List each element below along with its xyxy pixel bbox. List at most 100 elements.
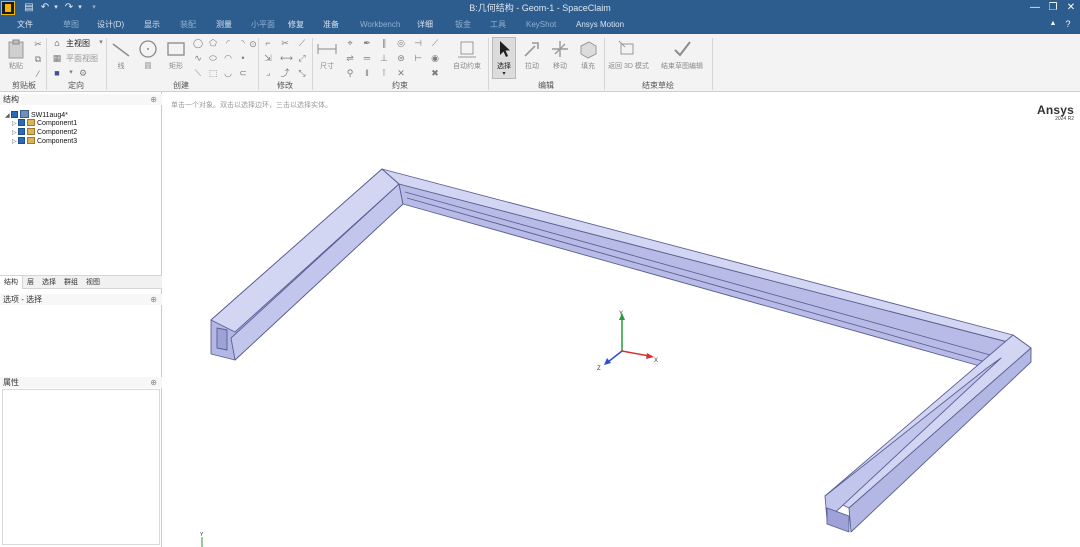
bend-icon[interactable]: ⤴ xyxy=(280,68,290,78)
u-channel-frame[interactable] xyxy=(210,168,1032,533)
split-icon[interactable]: ⟋ xyxy=(297,38,307,48)
select-dropdown-icon[interactable]: ▾ xyxy=(493,71,515,77)
collapse-ribbon-icon[interactable]: ▲ xyxy=(1047,18,1059,30)
pin-icon[interactable]: ⊕ xyxy=(150,377,157,388)
visibility-checkbox[interactable] xyxy=(11,111,18,118)
tree-item-component2[interactable]: ▷ Component2 xyxy=(12,128,77,137)
three-point-rectangle-icon[interactable]: ⬚ xyxy=(208,68,218,78)
offset-icon[interactable]: ⇲ xyxy=(263,53,273,63)
line-tool-button[interactable]: 线 xyxy=(110,38,132,71)
equal-radius-icon[interactable]: ⊜ xyxy=(396,53,406,63)
paste-button[interactable]: 粘贴 xyxy=(5,38,27,71)
show-constraints-icon[interactable]: ◉ xyxy=(430,53,440,63)
tangent-arc-icon[interactable]: ◝ xyxy=(238,38,248,48)
zoom-icon[interactable]: ⚙ xyxy=(78,68,88,78)
tree-item-component3[interactable]: ▷ Component3 xyxy=(12,137,77,146)
tab-ansys-motion[interactable]: Ansys Motion xyxy=(576,16,624,34)
copy-icon[interactable]: ⧉ xyxy=(33,54,43,64)
fill-tool-button[interactable]: 填充 xyxy=(577,38,599,71)
constraint-options-icon[interactable]: ⟋ xyxy=(430,38,440,48)
tab-workbench[interactable]: Workbench xyxy=(360,16,400,34)
tab-assembly[interactable]: 装配 xyxy=(180,16,196,34)
plane-view-icon[interactable]: ▦ xyxy=(52,53,62,63)
view-dropdown-icon[interactable]: ▾ xyxy=(66,68,76,78)
tab-measure[interactable]: 测量 xyxy=(216,16,232,34)
visibility-checkbox[interactable] xyxy=(18,137,25,144)
three-point-arc-icon[interactable]: ◡ xyxy=(223,68,233,78)
tab-design[interactable]: 设计(D) xyxy=(97,16,124,34)
collinear-icon[interactable]: ‖ xyxy=(362,68,372,78)
design-viewport[interactable]: 单击一个对象。双击以选择边环，三击以选择实体。 Ansys 2024 R2 Y … xyxy=(163,92,1080,547)
tab-facets[interactable]: 小平面 xyxy=(251,16,275,34)
concentric-icon[interactable]: ◎ xyxy=(396,38,406,48)
ellipse-icon[interactable]: ◯ xyxy=(193,38,203,48)
home-view-dropdown-icon[interactable]: ▾ xyxy=(96,38,106,48)
visibility-checkbox[interactable] xyxy=(18,119,25,126)
parallel-icon[interactable]: ∥ xyxy=(379,38,389,48)
point-icon[interactable]: • xyxy=(238,53,248,63)
pin-icon[interactable]: ⊕ xyxy=(150,294,157,305)
coincident-icon[interactable]: ⌖ xyxy=(345,38,355,48)
equal-icon[interactable]: ═ xyxy=(362,53,372,63)
curvature-icon[interactable]: ✕ xyxy=(396,68,406,78)
spline-icon[interactable]: ∿ xyxy=(193,53,203,63)
pull-tool-button[interactable]: 拉动 xyxy=(521,38,543,71)
extend-icon[interactable]: ⤢ xyxy=(297,53,307,63)
tree-item-component1[interactable]: ▷ Component1 xyxy=(12,119,77,128)
plane-view-label[interactable]: 平面视图 xyxy=(66,53,98,64)
tab-keyshot[interactable]: KeyShot xyxy=(526,16,556,34)
fix-icon[interactable]: ✒ xyxy=(362,38,372,48)
view-cube-icon[interactable]: ■ xyxy=(52,68,62,78)
perpendicular-icon[interactable]: ⊥ xyxy=(379,53,389,63)
offset-curve-icon[interactable]: ⊙ xyxy=(248,39,258,49)
minimize-icon[interactable]: — xyxy=(1026,0,1044,16)
trim-icon[interactable]: ✂ xyxy=(280,38,290,48)
visibility-checkbox[interactable] xyxy=(18,128,25,135)
help-icon[interactable]: ? xyxy=(1062,18,1074,30)
dimension-button[interactable]: 尺寸 xyxy=(315,38,339,71)
pin-icon[interactable]: ⊕ xyxy=(150,94,157,105)
slot-icon[interactable]: ⊂ xyxy=(238,68,248,78)
midpoint-icon[interactable]: ⊣ xyxy=(413,38,423,48)
tab-repair[interactable]: 修复 xyxy=(288,16,304,34)
finish-sketch-button[interactable]: 结束草图编辑 xyxy=(656,38,708,71)
menu-file[interactable]: 文件 xyxy=(0,16,50,34)
ellipse-icon[interactable]: ⬭ xyxy=(208,53,218,63)
tab-tools[interactable]: 工具 xyxy=(490,16,506,34)
polygon-icon[interactable]: ⬠ xyxy=(208,38,218,48)
vertical-icon[interactable]: ⊺ xyxy=(379,68,389,78)
tab-groups[interactable]: 群组 xyxy=(60,276,82,289)
tab-display[interactable]: 显示 xyxy=(144,16,160,34)
tab-sheet-metal[interactable]: 钣金 xyxy=(455,16,471,34)
cut-icon[interactable]: ✂ xyxy=(33,39,43,49)
tab-selection[interactable]: 选择 xyxy=(38,276,60,289)
arc-icon[interactable]: ◜ xyxy=(223,38,233,48)
tab-detail[interactable]: 详细 xyxy=(417,16,433,34)
sweep-arc-icon[interactable]: ◠ xyxy=(223,53,233,63)
close-icon[interactable]: ✕ xyxy=(1062,0,1080,16)
rectangle-tool-button[interactable]: 矩形 xyxy=(164,38,188,71)
corner-icon[interactable]: ⌐ xyxy=(263,38,273,48)
home-view-label[interactable]: 主视图 xyxy=(66,38,90,49)
tab-structure[interactable]: 结构 xyxy=(0,276,23,289)
move-tool-button[interactable]: 移动 xyxy=(549,38,571,71)
symmetric-icon[interactable]: ⊢ xyxy=(413,53,423,63)
tree-root[interactable]: ◢ SW11aug4* xyxy=(5,110,68,119)
3d-model-view[interactable]: Y X Z Y xyxy=(163,92,1080,547)
select-tool-button[interactable]: 选择 ▾ xyxy=(492,37,516,79)
tab-views[interactable]: 视图 xyxy=(82,276,104,289)
fillet-icon[interactable]: ⟓ xyxy=(263,68,273,78)
scale-icon[interactable]: ⤡ xyxy=(297,68,307,78)
tab-prepare[interactable]: 准备 xyxy=(323,16,339,34)
tab-layers[interactable]: 层 xyxy=(23,276,38,289)
format-painter-icon[interactable]: ⁄ xyxy=(33,69,43,79)
auto-constrain-button[interactable]: 自动约束 xyxy=(450,38,484,71)
circle-tool-button[interactable]: 圆 xyxy=(137,38,159,71)
tab-sketch[interactable]: 草图 xyxy=(63,16,79,34)
tangent-icon[interactable]: ⚲ xyxy=(345,68,355,78)
delete-constraints-icon[interactable]: ✖ xyxy=(430,68,440,78)
home-view-icon[interactable]: ⌂ xyxy=(52,38,62,48)
restore-icon[interactable]: ❐ xyxy=(1044,0,1062,16)
mirror-icon[interactable]: ⟷ xyxy=(280,53,293,63)
horizontal-icon[interactable]: ⇌ xyxy=(345,53,355,63)
